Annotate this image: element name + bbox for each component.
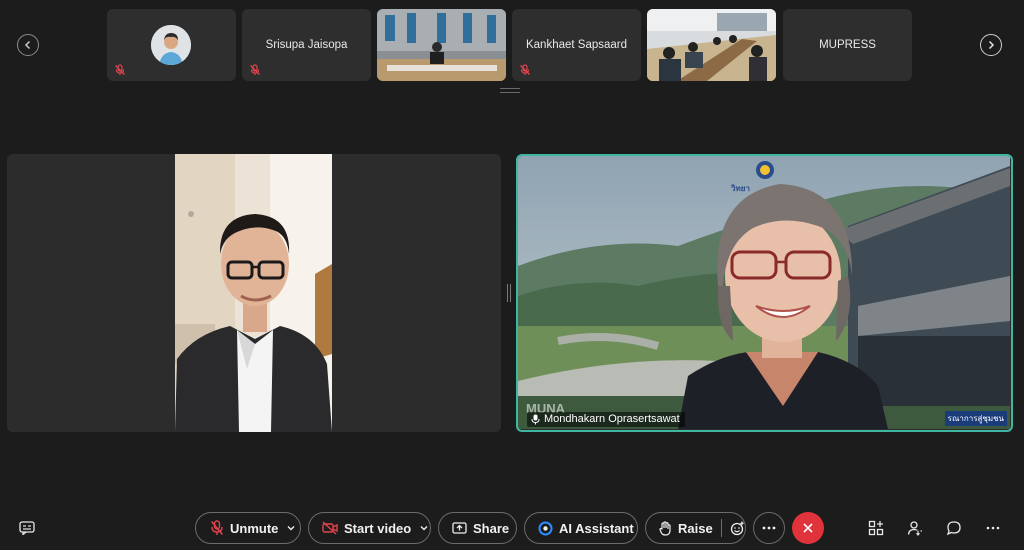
video-feed-room [377,9,506,81]
video-feed-man [7,154,501,432]
mic-muted-icon [520,64,530,75]
share-icon [452,521,467,534]
participant-name: MUPRESS [819,39,876,51]
share-button[interactable]: Share [438,512,517,544]
raise-label: Raise [678,520,713,536]
strip-next-button[interactable] [980,34,1002,56]
participants-icon [907,521,922,536]
participant-thumb-6[interactable]: MUPRESS [783,9,912,81]
chat-button[interactable] [944,518,964,538]
more-options-button[interactable] [753,512,785,544]
speaker-name: Mondhakarn Oprasertsawat [544,413,680,425]
closed-captions-icon [19,521,35,535]
video-tile-left[interactable] [7,154,501,432]
participant-name: Kankhaet Sapsaard [525,39,628,51]
mic-muted-icon [115,64,125,75]
more-panels-button[interactable] [983,518,1003,538]
more-icon [762,526,776,530]
mic-muted-icon [210,520,224,535]
raise-hand-button[interactable]: Raise [645,512,746,544]
unmute-button[interactable]: Unmute [195,512,301,544]
ai-assistant-button[interactable]: AI Assistant [524,512,638,544]
background-logo-text: วิทยา [731,184,750,193]
chevron-down-icon [287,526,295,531]
chevron-right-icon [988,40,995,50]
raise-divider [720,519,722,537]
chevron-down-icon [420,526,428,531]
raise-hand-icon [659,520,671,536]
participant-thumb-3[interactable] [377,9,506,81]
background-banner-text: รณาการสู่ชุมชน [944,411,1007,426]
video-off-icon [322,521,338,535]
unmute-label: Unmute [230,520,279,536]
participants-button[interactable] [905,518,925,538]
strip-prev-button[interactable] [17,34,39,56]
leave-icon [803,523,813,533]
participant-thumb-2[interactable]: Srisupa Jaisopa [242,9,371,81]
video-tile-active-speaker[interactable]: MUNA วิทยา รณาการสู่ชุมชน Mondhakarn Opr… [516,154,1013,432]
chevron-left-icon [24,40,31,50]
layout-button[interactable] [866,518,886,538]
speaker-name-tag: Mondhakarn Oprasertsawat [527,412,685,427]
ai-assistant-label: AI Assistant [559,520,634,536]
share-label: Share [473,520,510,536]
stage-resize-handle[interactable] [507,284,511,302]
strip-resize-handle[interactable] [500,88,520,93]
layout-icon [868,520,884,536]
more-icon [986,526,1000,530]
emoji-icon[interactable] [730,521,745,536]
participant-thumb-4[interactable]: Kankhaet Sapsaard [512,9,641,81]
video-feed-woman [518,156,1010,429]
participant-thumb-1[interactable] [107,9,236,81]
start-video-label: Start video [344,520,412,536]
mic-muted-icon [250,64,260,75]
participant-thumb-5[interactable] [647,9,776,81]
video-feed-classroom [647,9,776,81]
mic-active-icon [531,414,540,424]
ai-assistant-icon [538,521,553,535]
chat-icon [946,521,961,536]
leave-meeting-button[interactable] [792,512,824,544]
participant-name: Srisupa Jaisopa [265,39,348,51]
closed-captions-button[interactable] [17,518,37,538]
start-video-button[interactable]: Start video [308,512,431,544]
avatar [151,25,191,65]
